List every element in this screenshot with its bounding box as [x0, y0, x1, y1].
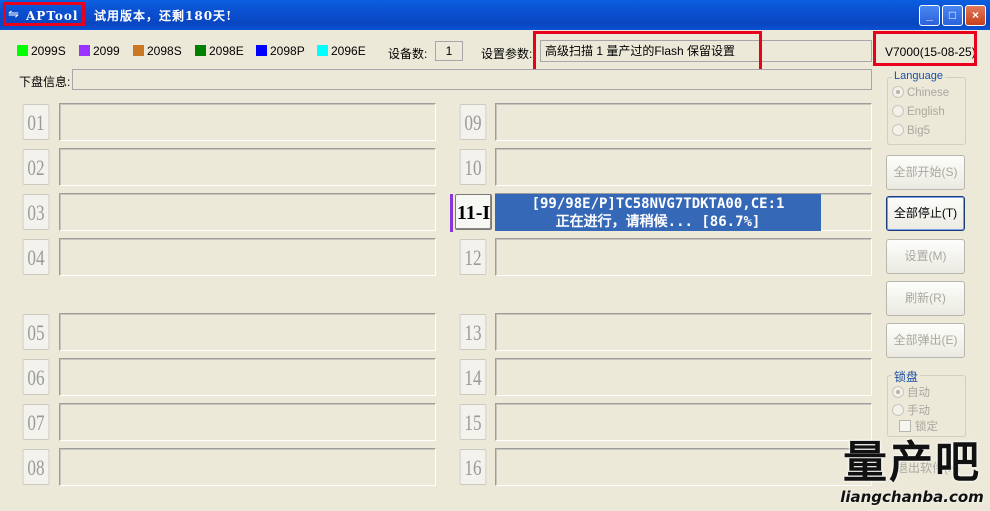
port-number[interactable]: 12: [459, 239, 487, 275]
legend-label: 2099: [93, 44, 120, 58]
port-status-box: [59, 358, 436, 396]
active-port-indicator: [450, 194, 453, 232]
port-status-box: [59, 313, 436, 351]
site-watermark: 量产吧 liangchanba.com: [834, 438, 990, 511]
legend-2098s: 2098S: [133, 44, 182, 58]
eject-all-button[interactable]: 全部弹出(E): [886, 323, 965, 358]
port-number[interactable]: 07: [22, 404, 50, 440]
legend-swatch: [195, 45, 206, 56]
radio-label: 自动: [907, 387, 930, 399]
version-highlight: [873, 31, 977, 66]
lock-group-title: 锁盘: [892, 368, 921, 385]
legend-swatch: [317, 45, 328, 56]
watermark-logo: 量产吧: [843, 437, 981, 488]
radio-label: Chinese: [907, 87, 950, 99]
legend-label: 2099S: [31, 44, 66, 58]
language-radio-chinese[interactable]: Chinese: [892, 86, 949, 99]
lock-checkbox[interactable]: 锁定: [899, 418, 938, 434]
active-port-line2: 正在进行，请稍候... [86.7%]: [555, 214, 761, 230]
language-group-title: Language: [892, 70, 945, 82]
legend-label: 2098P: [270, 44, 305, 58]
port-number[interactable]: 05: [22, 314, 50, 350]
port-number-active[interactable]: 11-I: [455, 194, 492, 230]
radio-icon: [892, 124, 904, 136]
legend-swatch: [79, 45, 90, 56]
port-status-box: [59, 148, 436, 186]
stop-all-button[interactable]: 全部停止(T): [886, 196, 965, 231]
app-name-highlight: [3, 2, 85, 26]
radio-selected-icon: [892, 86, 904, 98]
port-number[interactable]: 15: [459, 404, 487, 440]
settings-param-label: 设置参数:: [481, 47, 533, 61]
legend-label: 2098E: [209, 44, 244, 58]
lock-radio-manual[interactable]: 手动: [892, 402, 930, 418]
checkbox-icon: [899, 420, 911, 432]
port-status-box: [495, 103, 872, 141]
port-status-box: [495, 238, 872, 276]
legend-2099s: 2099S: [17, 44, 66, 58]
port-status-box: [495, 403, 872, 441]
legend-swatch: [256, 45, 267, 56]
legend-2098p: 2098P: [256, 44, 305, 58]
port-number[interactable]: 08: [22, 449, 50, 485]
port-number[interactable]: 01: [22, 104, 50, 140]
device-count-label: 设备数:: [388, 47, 428, 61]
legend-label: 2098S: [147, 44, 182, 58]
radio-label: English: [907, 106, 945, 118]
legend-2098e: 2098E: [195, 44, 244, 58]
radio-label: 手动: [907, 405, 930, 417]
port-status-box: [59, 403, 436, 441]
port-status-box: [59, 193, 436, 231]
port-status-box: [59, 103, 436, 141]
disk-info-field: [72, 69, 872, 90]
language-radio-english[interactable]: English: [892, 105, 945, 118]
legend-label: 2096E: [331, 44, 366, 58]
language-radio-big5[interactable]: Big5: [892, 124, 930, 137]
active-port-progress: [99/98E/P]TC58NVG7TDKTA00,CE:1 正在进行，请稍候.…: [495, 194, 821, 231]
port-number[interactable]: 06: [22, 359, 50, 395]
legend-swatch: [133, 45, 144, 56]
lock-radio-auto[interactable]: 自动: [892, 384, 930, 400]
radio-selected-icon: [892, 386, 904, 398]
port-status-box: [495, 448, 872, 486]
port-status-box: [495, 313, 872, 351]
port-number[interactable]: 14: [459, 359, 487, 395]
legend-2099: 2099: [79, 44, 120, 58]
title-bar[interactable]: ⇋ APTool 试用版本，还剩180天! _ □ ×: [0, 0, 990, 30]
watermark-url: liangchanba.com: [840, 488, 984, 506]
port-number[interactable]: 03: [22, 194, 50, 230]
radio-icon: [892, 404, 904, 416]
legend-swatch: [17, 45, 28, 56]
minimize-button[interactable]: _: [919, 5, 940, 26]
port-number[interactable]: 16: [459, 449, 487, 485]
port-number[interactable]: 13: [459, 314, 487, 350]
port-status-box: [495, 358, 872, 396]
active-port-line1: [99/98E/P]TC58NVG7TDKTA00,CE:1: [531, 196, 785, 212]
settings-highlight: [533, 31, 762, 72]
port-status-box: [495, 148, 872, 186]
radio-label: Big5: [907, 125, 931, 137]
settings-button[interactable]: 设置(M): [886, 239, 965, 274]
port-status-box: [59, 238, 436, 276]
checkbox-label: 锁定: [915, 421, 938, 433]
port-number[interactable]: 04: [22, 239, 50, 275]
maximize-button[interactable]: □: [942, 5, 963, 26]
radio-icon: [892, 105, 904, 117]
port-number[interactable]: 10: [459, 149, 487, 185]
port-number[interactable]: 09: [459, 104, 487, 140]
start-all-button[interactable]: 全部开始(S): [886, 155, 965, 190]
port-status-box: [59, 448, 436, 486]
port-number[interactable]: 02: [22, 149, 50, 185]
legend-2096e: 2096E: [317, 44, 366, 58]
disk-info-label: 下盘信息:: [19, 75, 71, 89]
trial-text: 试用版本，还剩180天!: [94, 9, 233, 23]
close-button[interactable]: ×: [965, 5, 986, 26]
refresh-button[interactable]: 刷新(R): [886, 281, 965, 316]
device-count-value: 1: [435, 41, 463, 61]
